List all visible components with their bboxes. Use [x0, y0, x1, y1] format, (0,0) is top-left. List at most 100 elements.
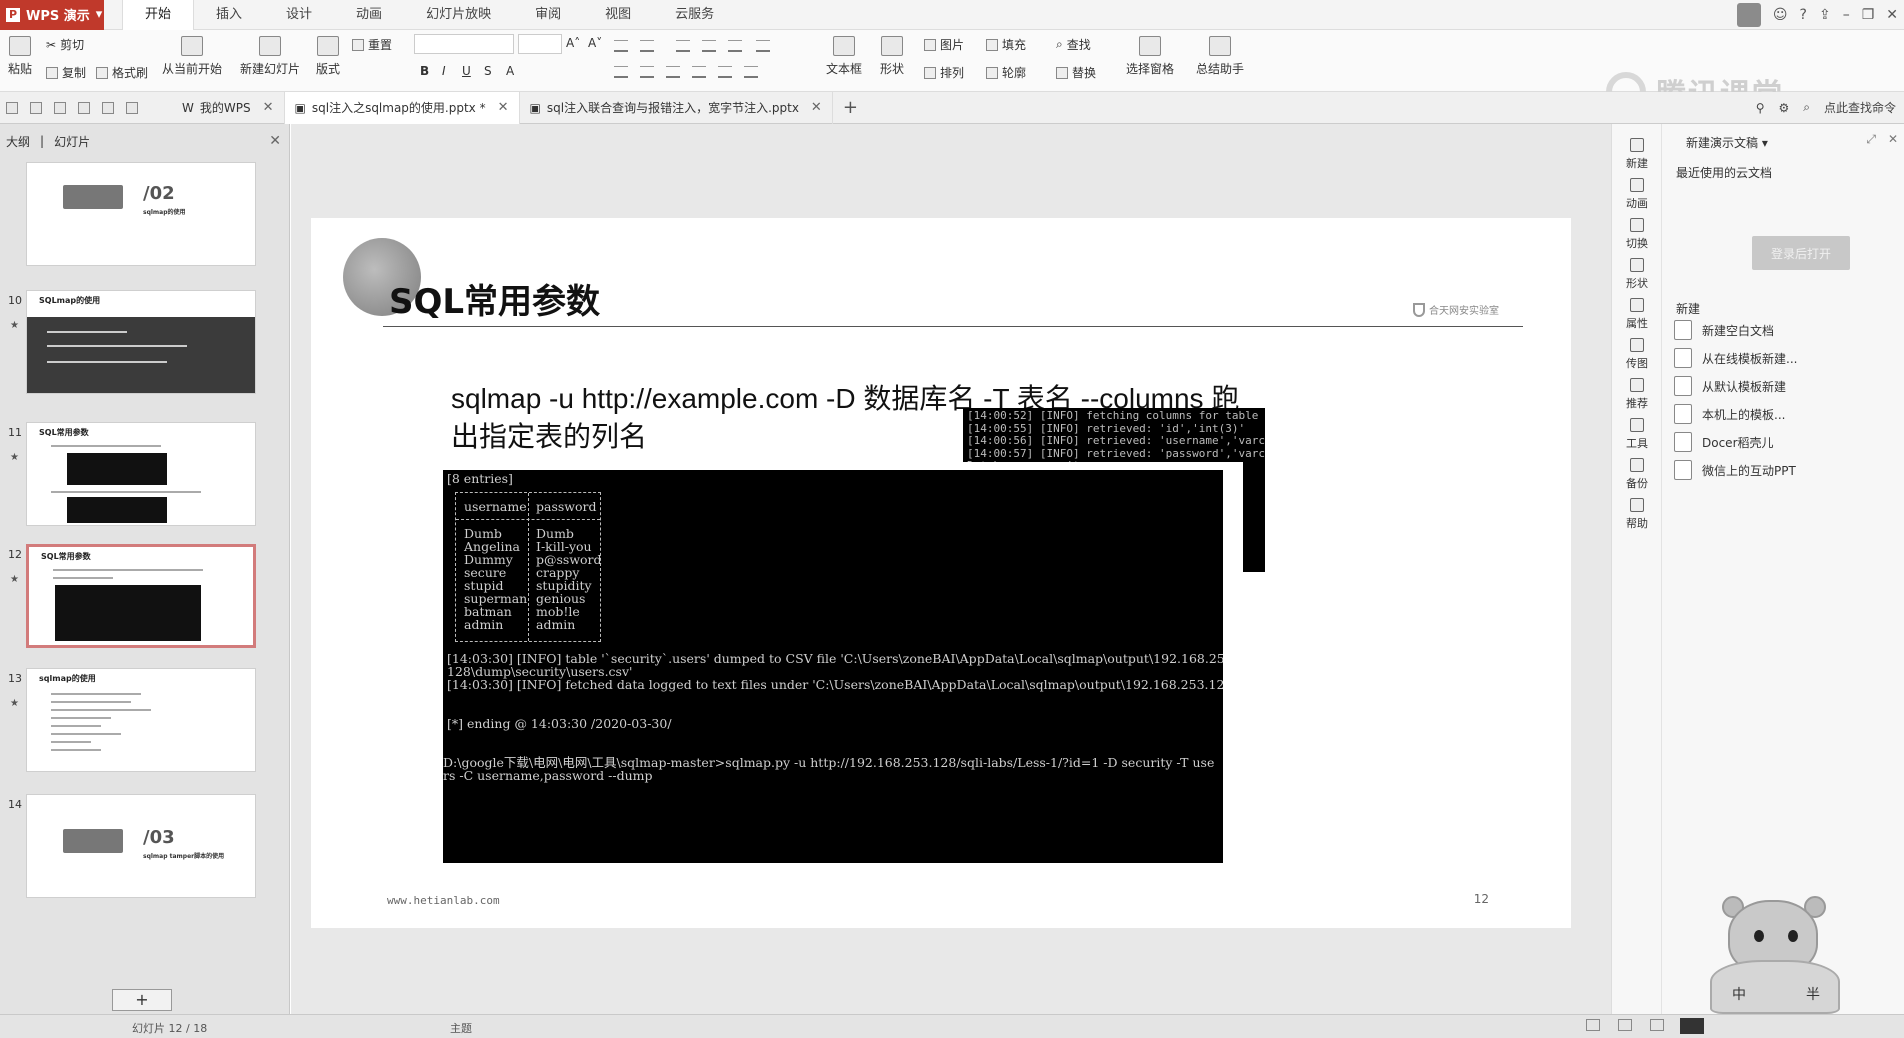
add-slide-button[interactable]: + — [112, 989, 172, 1011]
slide-thumbnail[interactable]: SQL常用参数 — [26, 422, 256, 526]
numbering-icon[interactable] — [640, 40, 654, 52]
find-button[interactable]: ⌕ 查找 — [1056, 36, 1091, 53]
font-shrink-button[interactable]: A˅ — [588, 36, 602, 50]
local-templates[interactable]: 本机上的模板... — [1674, 404, 1785, 424]
tab-view[interactable]: 视图 — [583, 0, 653, 30]
italic-button[interactable]: I — [442, 64, 446, 78]
preview-icon[interactable] — [78, 101, 90, 114]
bullets-icon[interactable] — [614, 40, 628, 52]
strip-transition[interactable]: 切换 — [1612, 218, 1662, 251]
avatar[interactable] — [1736, 3, 1761, 27]
text-direction-icon[interactable] — [744, 66, 758, 78]
strip-tools[interactable]: 工具 — [1612, 418, 1662, 451]
open-icon[interactable] — [6, 101, 18, 114]
slideshow-play-button[interactable] — [1680, 1018, 1704, 1034]
sorter-view-icon[interactable] — [1618, 1019, 1632, 1031]
strip-shape[interactable]: 形状 — [1612, 258, 1662, 291]
outline-button[interactable]: 轮廓 — [986, 64, 1026, 81]
textbox-button[interactable]: 文本框 — [826, 36, 862, 77]
slide-thumbnail[interactable]: /02 sqlmap的使用 — [26, 162, 256, 266]
replace-button[interactable]: 替换 — [1056, 64, 1096, 81]
slide-title[interactable]: SQL常用参数 — [389, 274, 600, 323]
paste-button[interactable]: 粘贴 — [8, 36, 32, 77]
align-center-icon[interactable] — [640, 66, 654, 78]
tab-design[interactable]: 设计 — [264, 0, 334, 30]
shape-button[interactable]: 形状 — [880, 36, 904, 77]
line-spacing-icon[interactable] — [728, 40, 742, 52]
arrange-button[interactable]: 排列 — [924, 64, 964, 81]
select-pane-button[interactable]: 选择窗格 — [1126, 36, 1174, 77]
task-pane-title[interactable]: 新建演示文稿 ▾ — [1686, 134, 1768, 151]
close-icon[interactable]: ✕ — [811, 100, 822, 115]
normal-view-icon[interactable] — [1586, 1019, 1600, 1031]
new-from-default-template[interactable]: 从默认模板新建 — [1674, 376, 1786, 396]
font-grow-button[interactable]: A˄ — [566, 36, 580, 50]
tab-document-2[interactable]: ▣ sql注入联合查询与报错注入，宽字节注入.pptx ✕ — [520, 91, 833, 124]
pin-icon[interactable]: ⚲ — [1756, 101, 1765, 115]
strip-animation[interactable]: 动画 — [1612, 178, 1662, 211]
save-icon[interactable] — [30, 101, 42, 114]
strip-recommend[interactable]: 推荐 — [1612, 378, 1662, 411]
new-slide-button[interactable]: 新建幻灯片 — [240, 36, 300, 77]
slide-thumbnail-row[interactable]: /02 sqlmap的使用 — [0, 162, 270, 272]
layout-button[interactable]: 版式 — [316, 36, 340, 77]
bold-button[interactable]: B — [420, 64, 429, 78]
share-icon[interactable]: ⇪ — [1819, 7, 1831, 23]
tab-document-1[interactable]: ▣ sql注入之sqlmap的使用.pptx * ✕ — [284, 91, 520, 124]
tab-slides[interactable]: 幻灯片 — [54, 133, 90, 150]
minimize-icon[interactable]: – — [1843, 7, 1850, 23]
format-painter-button[interactable]: 格式刷 — [96, 64, 148, 81]
tab-insert[interactable]: 插入 — [194, 0, 264, 30]
font-name-select[interactable] — [414, 34, 514, 54]
fill-button[interactable]: 填充 — [986, 36, 1026, 53]
underline-button[interactable]: U — [462, 64, 471, 78]
slide-thumbnail[interactable]: sqlmap的使用 — [26, 668, 256, 772]
outdent-icon[interactable] — [702, 40, 716, 52]
slide-thumbnail[interactable]: /03 sqlmap tamper脚本的使用 — [26, 794, 256, 898]
slide-thumbnail-row[interactable]: 14 /03 sqlmap tamper脚本的使用 — [0, 794, 270, 904]
slide-thumbnail-row[interactable]: 12 ★ SQL常用参数 — [0, 544, 270, 654]
font-color-button[interactable]: A — [506, 64, 514, 78]
slide-thumbnail-row[interactable]: 11 ★ SQL常用参数 — [0, 422, 270, 532]
reading-view-icon[interactable] — [1650, 1019, 1664, 1031]
new-tab-button[interactable]: + — [833, 97, 868, 118]
close-icon[interactable]: ✕ — [498, 100, 509, 115]
login-open-button[interactable]: 登录后打开 — [1752, 236, 1850, 270]
close-icon[interactable]: ✕ — [1888, 132, 1898, 147]
strike-button[interactable]: S — [484, 64, 492, 78]
indent-icon[interactable] — [676, 40, 690, 52]
reset-button[interactable]: 重置 — [352, 36, 392, 53]
font-size-select[interactable] — [518, 34, 562, 54]
new-blank-doc[interactable]: 新建空白文档 — [1674, 320, 1774, 340]
strip-backup[interactable]: 备份 — [1612, 458, 1662, 491]
picture-button[interactable]: 图片 — [924, 36, 964, 53]
strip-upload-image[interactable]: 传图 — [1612, 338, 1662, 371]
strip-help[interactable]: 帮助 — [1612, 498, 1662, 531]
restore-icon[interactable]: ❐ — [1862, 7, 1875, 23]
distribute-icon[interactable] — [718, 66, 732, 78]
slide-body-line-2[interactable]: 出指定表的列名 — [451, 418, 647, 456]
wechat-interactive-ppt[interactable]: 微信上的互动PPT — [1674, 460, 1796, 480]
copy-button[interactable]: 复制 — [46, 64, 86, 81]
strip-properties[interactable]: 属性 — [1612, 298, 1662, 331]
new-from-online-template[interactable]: 从在线模板新建... — [1674, 348, 1797, 368]
tab-home[interactable]: 开始 — [122, 0, 195, 30]
app-menu-button[interactable]: P WPS 演示 ▾ — [0, 0, 104, 30]
close-icon[interactable]: ✕ — [1886, 7, 1898, 23]
slide-thumbnail-row[interactable]: 13 ★ sqlmap的使用 — [0, 668, 270, 778]
close-icon[interactable]: ✕ — [263, 100, 274, 115]
terminal-screenshot-top[interactable]: [14:00:52] [INFO] fetching columns for t… — [963, 408, 1265, 462]
tab-review[interactable]: 审阅 — [513, 0, 583, 30]
settings-icon[interactable]: ⚙ — [1778, 101, 1789, 115]
play-from-current-button[interactable]: 从当前开始 — [162, 36, 222, 77]
justify-icon[interactable] — [692, 66, 706, 78]
tab-animation[interactable]: 动画 — [334, 0, 404, 30]
summary-helper-button[interactable]: 总结助手 — [1196, 36, 1244, 77]
print-icon[interactable] — [54, 101, 66, 114]
redo-icon[interactable] — [126, 101, 138, 114]
terminal-screenshot-main[interactable]: [8 entries] username password Dumb Dumb … — [443, 470, 1223, 863]
skin-icon[interactable]: ☺ — [1773, 7, 1788, 23]
tab-cloud[interactable]: 云服务 — [653, 0, 736, 30]
docer-link[interactable]: Docer稻壳儿 — [1674, 432, 1774, 452]
strip-new[interactable]: 新建 — [1612, 138, 1662, 171]
